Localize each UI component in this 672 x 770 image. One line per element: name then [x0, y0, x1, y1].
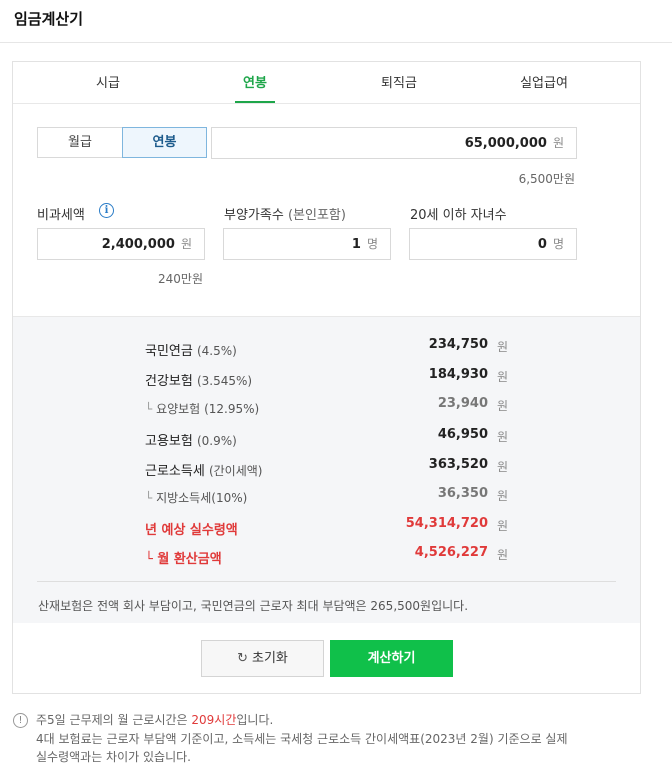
nontax-value: 2,400,000	[101, 237, 175, 252]
income-tax-label: 근로소득세	[145, 464, 205, 479]
health-value: 184,930	[428, 367, 488, 382]
pension-unit: 원	[497, 340, 509, 354]
result-panel: 국민연금 (4.5%) 234,750 원 건강보험 (3.545%) 184,…	[13, 316, 640, 623]
employment-unit: 원	[497, 430, 509, 444]
health-label: 건강보험	[145, 374, 193, 389]
monthly-net-label: 월 환산금액	[157, 552, 222, 567]
refresh-icon: ↻	[237, 651, 248, 666]
pension-pct: (4.5%)	[196, 344, 237, 358]
salary-input[interactable]: 65,000,000 원	[211, 127, 577, 159]
calculator-card: 시급 연봉 퇴직금 실업급여 월급 연봉 65,000,000 원 6,500만원…	[12, 61, 641, 694]
monthly-net-tree-mark: └	[145, 552, 153, 567]
annual-net-unit: 원	[497, 519, 509, 533]
local-tax-label: 지방소득세	[156, 491, 212, 505]
tab-annual[interactable]: 연봉	[235, 62, 275, 103]
pension-label: 국민연금	[145, 344, 193, 359]
result-label-health: 건강보험 (3.545%)	[145, 370, 252, 389]
result-label-employment: 고용보험 (0.9%)	[145, 430, 237, 449]
notice-icon: !	[13, 713, 28, 728]
monthly-net-value: 4,526,227	[414, 545, 488, 560]
annual-net-value: 54,314,720	[405, 516, 488, 531]
dependents-unit: 명	[366, 237, 378, 251]
mode-monthly-button[interactable]: 월급	[37, 127, 123, 158]
tab-unemployment-label: 실업급여	[520, 76, 568, 91]
reset-button-label: 초기화	[252, 651, 288, 666]
employment-value: 46,950	[437, 427, 488, 442]
tab-unemployment[interactable]: 실업급여	[504, 62, 584, 103]
health-pct: (3.545%)	[196, 374, 253, 388]
result-label-pension: 국민연금 (4.5%)	[145, 340, 237, 359]
footer-highlight: 209시간	[191, 713, 237, 727]
result-label-income-tax: 근로소득세 (간이세액)	[145, 460, 262, 479]
tab-bar: 시급 연봉 퇴직금 실업급여	[13, 62, 640, 104]
result-label-annual-net: 년 예상 실수령액	[145, 523, 238, 538]
salary-value: 65,000,000	[464, 136, 547, 151]
monthly-net-unit: 원	[497, 548, 509, 562]
result-note: 산재보험은 전액 회사 부담이고, 국민연금의 근로자 최대 부담액은 265,…	[38, 599, 469, 613]
footer-line-2: 4대 보험료는 근로자 부담액 기준이고, 소득세는 국세청 근로소득 간이세액…	[36, 732, 568, 746]
local-tax-pct: (10%)	[211, 491, 248, 505]
result-divider	[37, 581, 616, 582]
tab-hourly-label: 시급	[96, 76, 120, 91]
children-input[interactable]: 0명	[409, 228, 577, 260]
footer-line-1-post: 입니다.	[236, 713, 274, 727]
salary-unit: 원	[552, 136, 564, 150]
calculate-button[interactable]: 계산하기	[330, 640, 453, 677]
dependents-label-sub: (본인포함)	[287, 208, 346, 223]
care-label: 요양보험	[156, 402, 201, 416]
nontax-input[interactable]: 2,400,000 원	[37, 228, 205, 260]
dependents-label: 부양가족수 (본인포함)	[224, 204, 346, 223]
tab-annual-label: 연봉	[243, 76, 267, 91]
active-tab-underline	[235, 101, 275, 103]
income-tax-unit: 원	[497, 460, 509, 474]
salary-note: 6,500만원	[518, 172, 575, 186]
title-divider	[0, 42, 672, 43]
local-tax-unit: 원	[497, 489, 509, 503]
nontax-note: 240만원	[158, 272, 203, 286]
employment-pct: (0.9%)	[196, 434, 237, 448]
dependents-label-main: 부양가족수	[224, 208, 284, 223]
mode-annual-button[interactable]: 연봉	[122, 127, 207, 158]
children-value: 0	[537, 237, 547, 252]
info-icon[interactable]: i	[99, 203, 114, 218]
care-pct: (12.95%)	[204, 402, 260, 416]
nontax-unit: 원	[180, 237, 192, 251]
local-tax-value: 36,350	[437, 486, 488, 501]
children-unit: 명	[552, 237, 564, 251]
employment-label: 고용보험	[145, 434, 193, 449]
income-tax-pct: (간이세액)	[208, 464, 263, 478]
footer-line-1-pre: 주5일 근무제의 월 근로시간은	[36, 713, 192, 727]
tab-severance[interactable]: 퇴직금	[359, 62, 439, 103]
tab-severance-label: 퇴직금	[381, 76, 417, 91]
footer-line-1: 주5일 근무제의 월 근로시간은 209시간입니다.	[36, 711, 273, 728]
reset-button[interactable]: ↻ 초기화	[201, 640, 324, 677]
result-label-care: └ 요양보험 (12.95%)	[145, 400, 259, 417]
dependents-value: 1	[351, 237, 361, 252]
result-label-monthly-net: └ 월 환산금액	[145, 548, 222, 567]
care-unit: 원	[497, 399, 509, 413]
care-value: 23,940	[437, 396, 488, 411]
care-tree-mark: └	[145, 402, 153, 416]
pension-value: 234,750	[428, 337, 488, 352]
nontax-label: 비과세액	[37, 208, 85, 223]
children-label: 20세 이하 자녀수	[410, 208, 507, 223]
health-unit: 원	[497, 370, 509, 384]
income-tax-value: 363,520	[428, 457, 488, 472]
local-tax-tree-mark: └	[145, 491, 153, 505]
result-label-local-tax: └ 지방소득세(10%)	[145, 489, 247, 506]
tab-hourly[interactable]: 시급	[68, 62, 148, 103]
footer-line-3: 실수령액과는 차이가 있습니다.	[36, 750, 191, 764]
dependents-input[interactable]: 1명	[223, 228, 391, 260]
page-title: 임금계산기	[14, 10, 84, 28]
